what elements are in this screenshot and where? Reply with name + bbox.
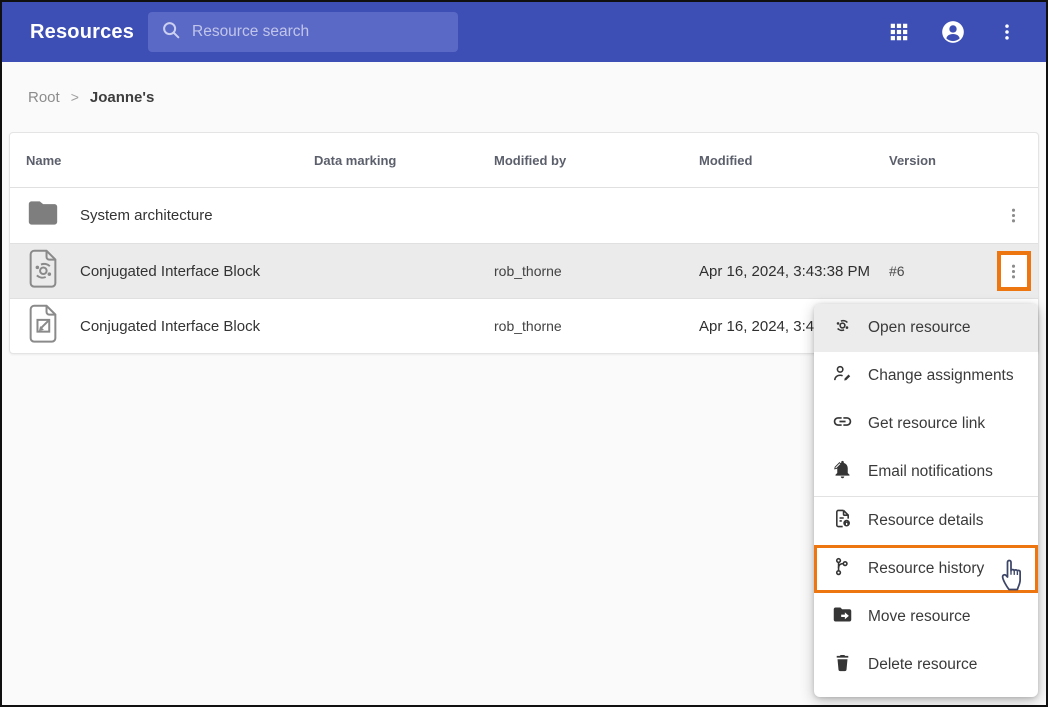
column-header-data-marking[interactable]: Data marking bbox=[314, 153, 494, 168]
resource-block-icon bbox=[26, 249, 60, 294]
menu-item-change-assignments[interactable]: Change assignments bbox=[814, 352, 1038, 400]
table-header-row: Name Data marking Modified by Modified V… bbox=[10, 133, 1038, 188]
search-icon bbox=[160, 19, 182, 46]
column-header-name[interactable]: Name bbox=[10, 153, 314, 168]
menu-item-delete-resource[interactable]: Delete resource bbox=[814, 641, 1038, 689]
search-input[interactable] bbox=[192, 23, 446, 41]
row-menu-highlight-box bbox=[997, 251, 1031, 291]
header-actions bbox=[886, 19, 1020, 45]
cell-modified: Apr 16, 2024, 3:43:38 PM bbox=[699, 263, 889, 280]
column-header-version[interactable]: Version bbox=[889, 153, 989, 168]
breadcrumb-separator-icon: > bbox=[71, 89, 79, 105]
menu-item-label: Resource history bbox=[868, 560, 984, 578]
hand-cursor-icon bbox=[998, 554, 1028, 597]
app-header: Resources bbox=[2, 2, 1046, 62]
menu-item-get-resource-link[interactable]: Get resource link bbox=[814, 400, 1038, 448]
resource-diagram-icon bbox=[26, 304, 60, 349]
table-row[interactable]: System architecture bbox=[10, 188, 1038, 243]
menu-item-move-resource[interactable]: Move resource bbox=[814, 593, 1038, 641]
get-resource-link-icon bbox=[832, 411, 853, 437]
table-row[interactable]: Conjugated Interface Block rob_thorne Ap… bbox=[10, 243, 1038, 298]
resource-name: System architecture bbox=[80, 207, 213, 224]
menu-item-label: Change assignments bbox=[868, 367, 1014, 385]
menu-item-label: Resource details bbox=[868, 512, 983, 530]
cell-modified-by: rob_thorne bbox=[494, 263, 699, 279]
breadcrumb-current: Joanne's bbox=[90, 89, 154, 106]
menu-item-label: Open resource bbox=[868, 319, 971, 337]
cell-version: #6 bbox=[889, 263, 989, 279]
account-icon[interactable] bbox=[940, 19, 966, 45]
change-assignments-icon bbox=[832, 363, 853, 389]
resource-context-menu: Open resource Change assignments Get res… bbox=[814, 304, 1038, 697]
menu-item-open-resource[interactable]: Open resource bbox=[814, 304, 1038, 352]
folder-icon bbox=[26, 198, 60, 233]
resource-details-icon bbox=[832, 508, 853, 534]
column-header-modified-by[interactable]: Modified by bbox=[494, 153, 699, 168]
menu-item-email-notifications[interactable]: Email notifications bbox=[814, 448, 1038, 496]
row-menu-icon[interactable] bbox=[1004, 199, 1024, 233]
row-menu-icon[interactable] bbox=[1004, 254, 1024, 288]
resource-name: Conjugated Interface Block bbox=[80, 263, 260, 280]
app-window: Resources bbox=[0, 0, 1048, 707]
breadcrumb: Root > Joanne's bbox=[2, 62, 1046, 132]
apps-grid-icon[interactable] bbox=[886, 19, 912, 45]
resource-search[interactable] bbox=[148, 12, 458, 52]
cell-modified-by: rob_thorne bbox=[494, 318, 699, 334]
delete-resource-icon bbox=[832, 652, 853, 678]
menu-item-label: Delete resource bbox=[868, 656, 977, 674]
menu-item-label: Move resource bbox=[868, 608, 971, 626]
resource-name: Conjugated Interface Block bbox=[80, 318, 260, 335]
resource-history-icon bbox=[832, 556, 853, 582]
move-resource-icon bbox=[832, 604, 853, 630]
overflow-menu-icon[interactable] bbox=[994, 19, 1020, 45]
menu-item-resource-details[interactable]: Resource details bbox=[814, 497, 1038, 545]
page-title: Resources bbox=[30, 21, 148, 44]
email-notifications-icon bbox=[832, 459, 853, 485]
menu-item-label: Get resource link bbox=[868, 415, 985, 433]
open-resource-icon bbox=[832, 315, 853, 341]
menu-item-label: Email notifications bbox=[868, 463, 993, 481]
breadcrumb-root[interactable]: Root bbox=[28, 89, 60, 106]
column-header-modified[interactable]: Modified bbox=[699, 153, 889, 168]
